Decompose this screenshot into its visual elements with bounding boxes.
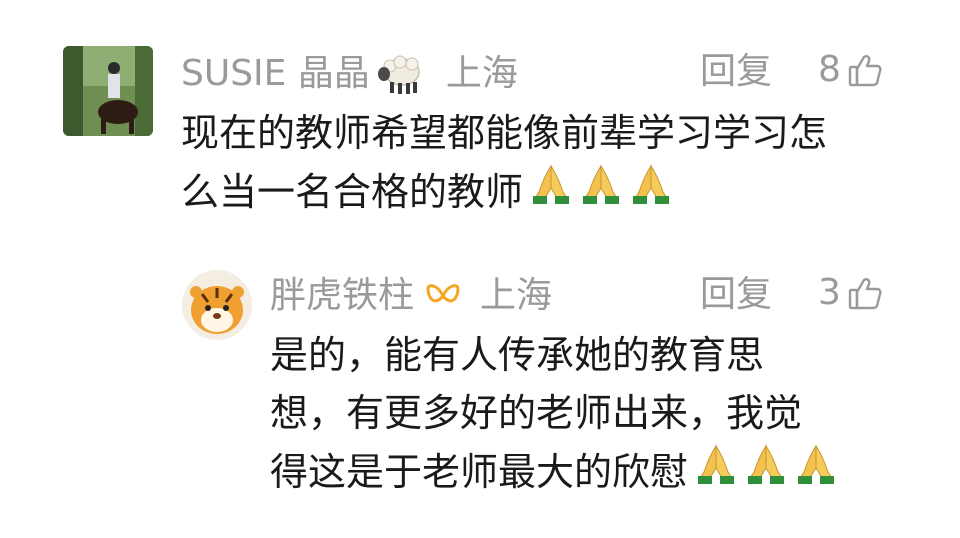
folded-hands-icon (744, 442, 788, 502)
ribbon-badge-icon (424, 279, 462, 313)
location: 上海 (480, 275, 553, 316)
like-count: 3 (818, 272, 841, 313)
comment-line-with-emoji: 得这是于老师最大的欣慰 (270, 442, 838, 502)
sheep-icon (376, 52, 424, 96)
folded-hands-icon (529, 162, 573, 222)
comment-line-with-emoji: 么当一名合格的教师 (181, 162, 827, 222)
folded-hands-icon (579, 162, 623, 222)
like-button[interactable]: 3 (818, 275, 883, 311)
user-avatar[interactable] (182, 270, 252, 340)
comment-text: 现在的教师希望都能像前辈学习学习怎 么当一名合格的教师 (181, 104, 827, 222)
like-count: 8 (818, 49, 841, 90)
folded-hands-icon (629, 162, 673, 222)
thumbs-up-icon (841, 52, 883, 88)
reply-button[interactable]: 回复 (700, 54, 772, 90)
folded-hands-icon (794, 442, 838, 502)
folded-hands-icon (694, 442, 738, 502)
comment-line: 想，有更多好的老师出来，我觉 (270, 391, 803, 435)
comment-meta: 胖虎铁柱 上海 (270, 278, 552, 314)
comment-line: 现在的教师希望都能像前辈学习学习怎 (181, 111, 828, 155)
reply-button[interactable]: 回复 (700, 277, 772, 313)
user-avatar[interactable] (63, 46, 153, 136)
location: 上海 (445, 53, 518, 94)
comment-line: 得这是于老师最大的欣慰 (270, 450, 689, 494)
comment-line: 是的，能有人传承她的教育思 (270, 333, 765, 377)
comment-meta: SUSIE 晶晶 上海 (181, 52, 518, 96)
comment-line: 么当一名合格的教师 (181, 170, 524, 214)
like-button[interactable]: 8 (818, 52, 883, 88)
username[interactable]: SUSIE 晶晶 (181, 56, 370, 92)
username[interactable]: 胖虎铁柱 (270, 278, 414, 314)
thumbs-up-icon (841, 275, 883, 311)
comment-text: 是的，能有人传承她的教育思 想，有更多好的老师出来，我觉 得这是于老师最大的欣慰 (270, 326, 838, 502)
